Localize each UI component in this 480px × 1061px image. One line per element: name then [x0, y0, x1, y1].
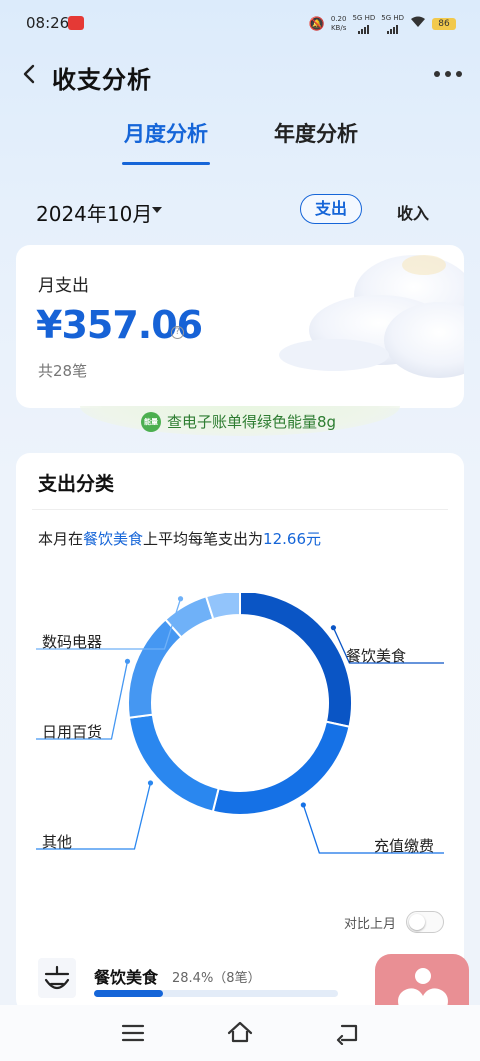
donut-slice-3[interactable]	[127, 618, 183, 719]
divider	[32, 509, 448, 510]
expense-toggle-button[interactable]: 支出	[300, 194, 362, 224]
donut-slice-2[interactable]	[127, 713, 220, 813]
compare-last-month: 对比上月	[344, 911, 444, 933]
dining-bowl-icon	[38, 958, 76, 998]
category-name: 餐饮美食	[94, 968, 159, 987]
donut-slice-5[interactable]	[204, 589, 241, 621]
cloud-decoration	[279, 255, 464, 378]
back-arrow-icon[interactable]	[14, 58, 46, 90]
home-icon[interactable]	[226, 1019, 254, 1047]
expense-category-card: 支出分类 本月在餐饮美食上平均每笔支出为12.66元 餐饮美食 充值缴费 其他 …	[16, 453, 464, 1013]
sim2-signal-icon: 5G HD	[381, 14, 404, 34]
donut-slice-0[interactable]	[239, 589, 353, 728]
notification-app-icon	[68, 16, 84, 30]
category-donut-chart: 餐饮美食 充值缴费 其他 日用百货 数码电器	[16, 589, 464, 893]
period-row: 2024年10月 支出 收入	[0, 192, 480, 228]
energy-banner-text: 查电子账单得绿色能量8g	[167, 413, 337, 431]
category-title: 支出分类	[38, 473, 115, 495]
energy-badge-icon: 能量	[141, 411, 161, 432]
label-dining: 餐饮美食	[346, 647, 407, 665]
transaction-count: 共28笔	[38, 362, 88, 380]
label-daily-goods: 日用百货	[42, 723, 103, 741]
tab-yearly[interactable]: 年度分析	[274, 118, 358, 148]
label-digital: 数码电器	[42, 633, 103, 651]
system-nav-bar	[0, 1005, 480, 1061]
tab-indicator	[122, 162, 210, 165]
analysis-tabs: 月度分析 年度分析	[0, 112, 480, 166]
compare-toggle[interactable]	[406, 911, 444, 933]
leader-dot-1	[300, 802, 306, 808]
average-spend-text: 本月在餐饮美食上平均每笔支出为12.66元	[38, 530, 321, 548]
donut-slice-1[interactable]	[211, 720, 351, 816]
sim1-signal-icon: 5G HD	[352, 14, 375, 34]
menu-icon[interactable]	[121, 1023, 145, 1043]
status-indicators: 🔕 0.20 KB/s 5G HD 5G HD 86	[309, 14, 456, 34]
period-selector[interactable]: 2024年10月	[36, 198, 152, 227]
energy-banner[interactable]: 能量 查电子账单得绿色能量8g	[141, 411, 336, 432]
leader-dot-2	[147, 780, 154, 786]
status-time: 08:26	[26, 14, 70, 32]
tab-monthly[interactable]: 月度分析	[124, 118, 208, 148]
status-bar: 08:26 🔕 0.20 KB/s 5G HD 5G HD 86	[0, 0, 480, 48]
month-expense-amount: ¥357.06	[36, 303, 203, 347]
page-title: 收支分析	[52, 66, 152, 94]
caret-down-icon[interactable]	[152, 207, 162, 213]
category-percent: 28.4%（8笔）	[172, 971, 261, 986]
label-recharge: 充值缴费	[374, 837, 435, 855]
more-options-icon[interactable]	[434, 60, 462, 88]
leader-dot-4	[177, 596, 184, 602]
leader-dot-3	[124, 658, 131, 664]
system-back-icon[interactable]	[334, 1021, 360, 1045]
net-speed: 0.20 KB/s	[330, 15, 347, 32]
category-progress-fill	[94, 990, 164, 997]
compare-label: 对比上月	[343, 916, 396, 932]
label-other: 其他	[42, 833, 73, 851]
wifi-icon	[410, 16, 426, 32]
battery-icon: 86	[432, 18, 456, 30]
category-progress-track	[94, 990, 338, 997]
mute-icon: 🔕	[308, 16, 325, 32]
help-icon[interactable]: ?	[171, 326, 184, 339]
leader-dot-0	[330, 625, 337, 631]
nav-bar: 收支分析	[0, 52, 480, 96]
month-expense-label: 月支出	[38, 276, 89, 296]
monthly-summary-card: 月支出 ¥357.06 ? 共28笔	[16, 245, 464, 408]
income-toggle-button[interactable]: 收入	[397, 200, 429, 224]
